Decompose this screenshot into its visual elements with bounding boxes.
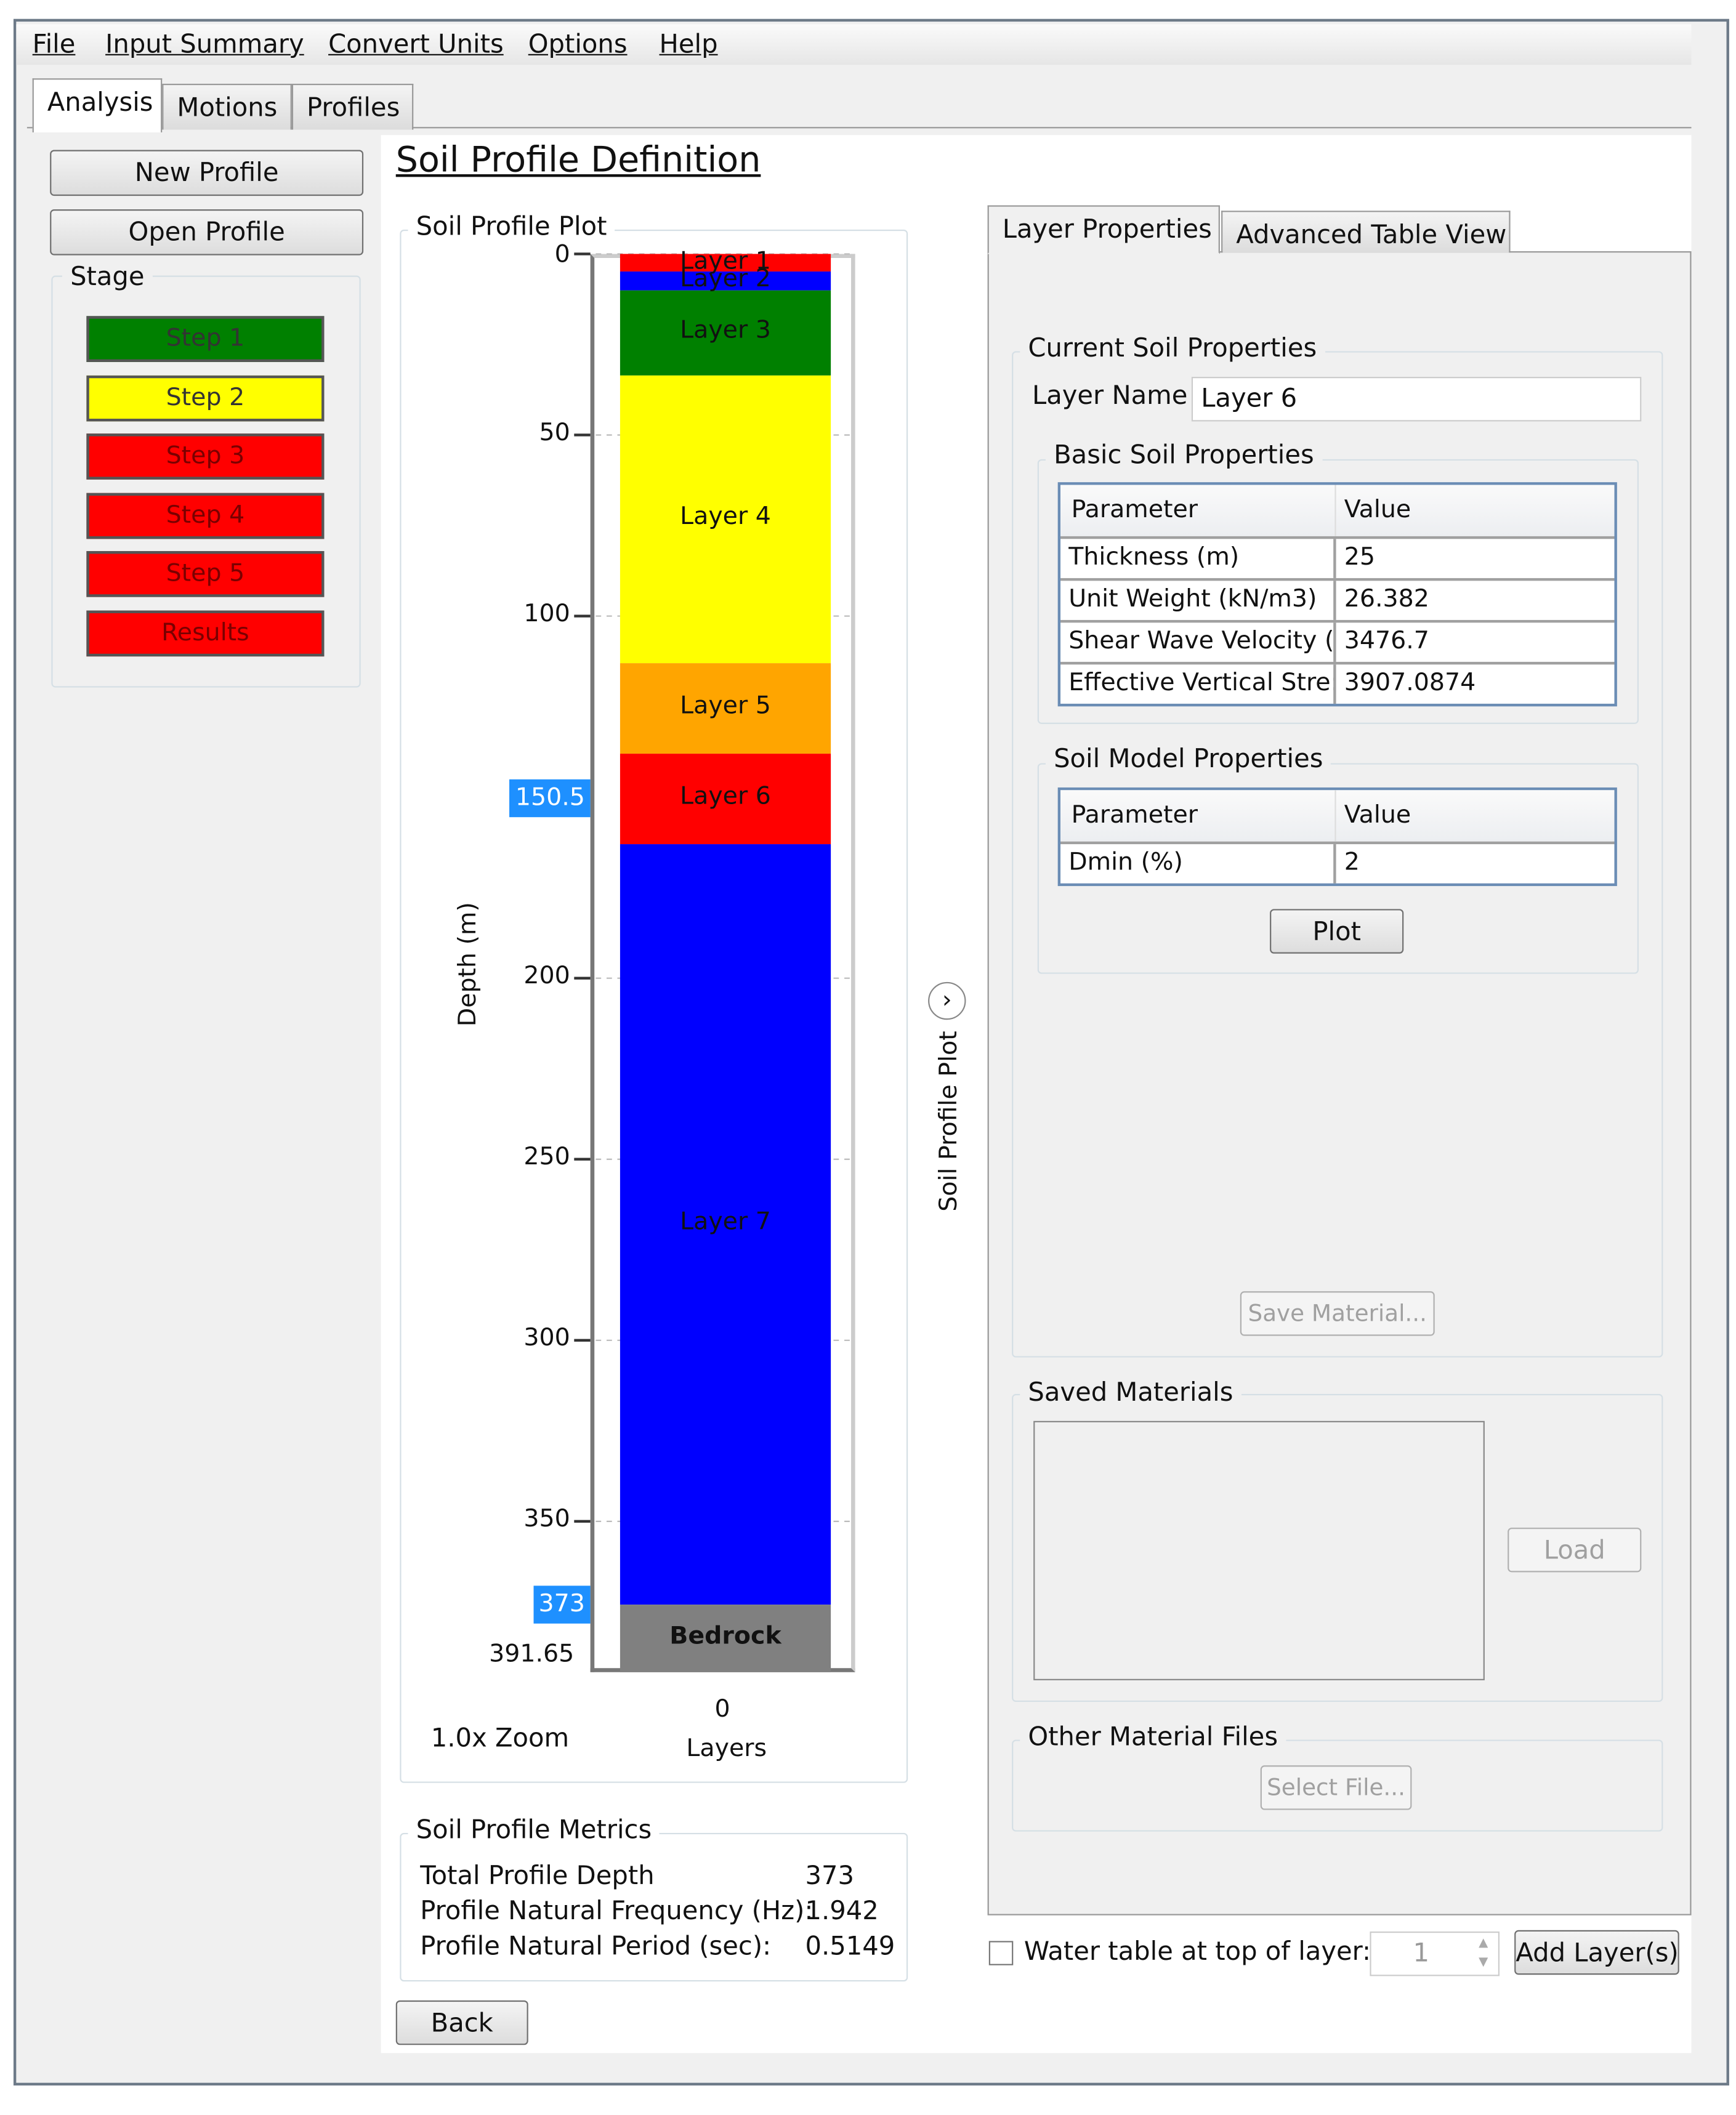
header-value: Value: [1344, 800, 1411, 829]
cell-value[interactable]: 26.382: [1336, 581, 1615, 620]
metric-name: Total Profile Depth: [420, 1861, 655, 1891]
y-tick-label: 0: [554, 240, 570, 269]
select-file-button[interactable]: Select File...: [1260, 1765, 1412, 1810]
table-header: Parameter Value: [1060, 485, 1615, 536]
water-table-checkbox[interactable]: [988, 1941, 1014, 1965]
metric-name: Profile Natural Period (sec):: [420, 1931, 772, 1962]
cell-parameter: Thickness (m): [1060, 539, 1336, 578]
header-parameter: Parameter: [1060, 485, 1336, 536]
layer-label: Bedrock: [669, 1622, 781, 1651]
stage-step-6[interactable]: Results: [86, 610, 325, 657]
layer-label: Layer 7: [680, 1208, 771, 1237]
plot-button[interactable]: Plot: [1270, 909, 1404, 954]
stage-step-4[interactable]: Step 4: [86, 493, 325, 539]
zoom-level: 1.0x Zoom: [430, 1723, 570, 1754]
save-material-button[interactable]: Save Material...: [1240, 1291, 1435, 1336]
cell-parameter: Dmin (%): [1060, 844, 1336, 884]
table-row[interactable]: Shear Wave Velocity (3476.7: [1060, 619, 1615, 662]
y-tick-label: 350: [523, 1505, 570, 1534]
metric-name: Profile Natural Frequency (Hz):: [420, 1896, 813, 1927]
layer-label: Layer 5: [680, 692, 771, 721]
layer-label: Layer 4: [680, 502, 771, 531]
y-max-label: 391.65: [489, 1640, 575, 1669]
x-axis-label: Layers: [686, 1734, 767, 1763]
stage-step-3[interactable]: Step 3: [86, 433, 325, 480]
layer-name-input[interactable]: Layer 6: [1191, 377, 1642, 422]
y-tick-label: 100: [523, 600, 570, 629]
depth-highlight: 373: [533, 1585, 591, 1624]
load-button[interactable]: Load: [1508, 1528, 1642, 1573]
layer-label: Layer 2: [680, 265, 771, 294]
layer-name-label: Layer Name: [1032, 381, 1188, 411]
back-button[interactable]: Back: [395, 2000, 528, 2045]
expand-chevron-icon[interactable]: ›: [928, 981, 966, 1020]
y-axis-label: Depth (m): [454, 902, 483, 1027]
metric-value: 0.5149: [805, 1931, 895, 1962]
y-tick-label: 250: [523, 1143, 570, 1172]
table-row[interactable]: Effective Vertical Stre: 3907.0874: [1060, 661, 1615, 704]
tab-advanced-table-view[interactable]: Advanced Table View: [1221, 211, 1511, 253]
stepper-arrows-icon[interactable]: ▲ ▼: [1470, 1934, 1497, 1973]
stage-step-5[interactable]: Step 5: [86, 551, 325, 598]
layer-label: Layer 6: [680, 783, 771, 812]
soil-model-properties-label: Soil Model Properties: [1045, 744, 1331, 774]
x-tick-0: 0: [714, 1695, 730, 1724]
y-tick-label: 200: [523, 962, 570, 991]
cell-value[interactable]: 25: [1336, 539, 1615, 578]
tab-layer-properties[interactable]: Layer Properties: [987, 205, 1220, 254]
basic-properties-table[interactable]: Parameter Value Thickness (m) 25 Unit Weight…: [1057, 482, 1617, 707]
depth-highlight: 150.5: [510, 780, 591, 818]
add-layers-button[interactable]: Add Layer(s): [1514, 1930, 1679, 1975]
cell-parameter: Unit Weight (kN/m3): [1060, 581, 1336, 620]
header-parameter: Parameter: [1060, 790, 1336, 842]
saved-materials-label: Saved Materials: [1020, 1377, 1241, 1408]
header-value: Value: [1344, 496, 1411, 525]
table-row[interactable]: Thickness (m) 25: [1060, 536, 1615, 578]
stage-step-2[interactable]: Step 2: [86, 374, 325, 421]
model-properties-table[interactable]: Parameter Value Dmin (%) 2: [1057, 787, 1617, 887]
y-tick-label: 50: [539, 419, 570, 448]
saved-materials-list[interactable]: [1033, 1420, 1485, 1680]
soil-profile-plot-toggle[interactable]: Soil Profile Plot: [935, 1031, 963, 1211]
stage-step-1[interactable]: Step 1: [86, 316, 325, 362]
current-soil-properties-label: Current Soil Properties: [1020, 333, 1325, 364]
layer-label: Layer 3: [680, 316, 771, 345]
table-row[interactable]: Unit Weight (kN/m3) 26.382: [1060, 578, 1615, 620]
table-header: Parameter Value: [1060, 790, 1615, 842]
other-material-files-label: Other Material Files: [1020, 1722, 1286, 1752]
table-row[interactable]: Dmin (%) 2: [1060, 841, 1615, 884]
metric-value: 1.942: [805, 1896, 879, 1927]
metrics-label: Soil Profile Metrics: [408, 1815, 660, 1845]
cell-value[interactable]: 3907.0874: [1336, 664, 1615, 704]
water-table-label: Water table at top of layer:: [1023, 1936, 1371, 1967]
basic-soil-properties-label: Basic Soil Properties: [1045, 440, 1322, 470]
cell-value[interactable]: 2: [1336, 844, 1615, 884]
layer-bars: Layer 1 Layer 2 Layer 3 Layer 4 Layer 5 Layer…: [620, 247, 831, 1672]
cell-value[interactable]: 3476.7: [1336, 622, 1615, 662]
cell-parameter: Shear Wave Velocity (: [1060, 622, 1336, 662]
y-tick-label: 300: [523, 1324, 570, 1353]
metric-value: 373: [805, 1861, 855, 1891]
cell-parameter: Effective Vertical Stre:: [1060, 664, 1336, 704]
